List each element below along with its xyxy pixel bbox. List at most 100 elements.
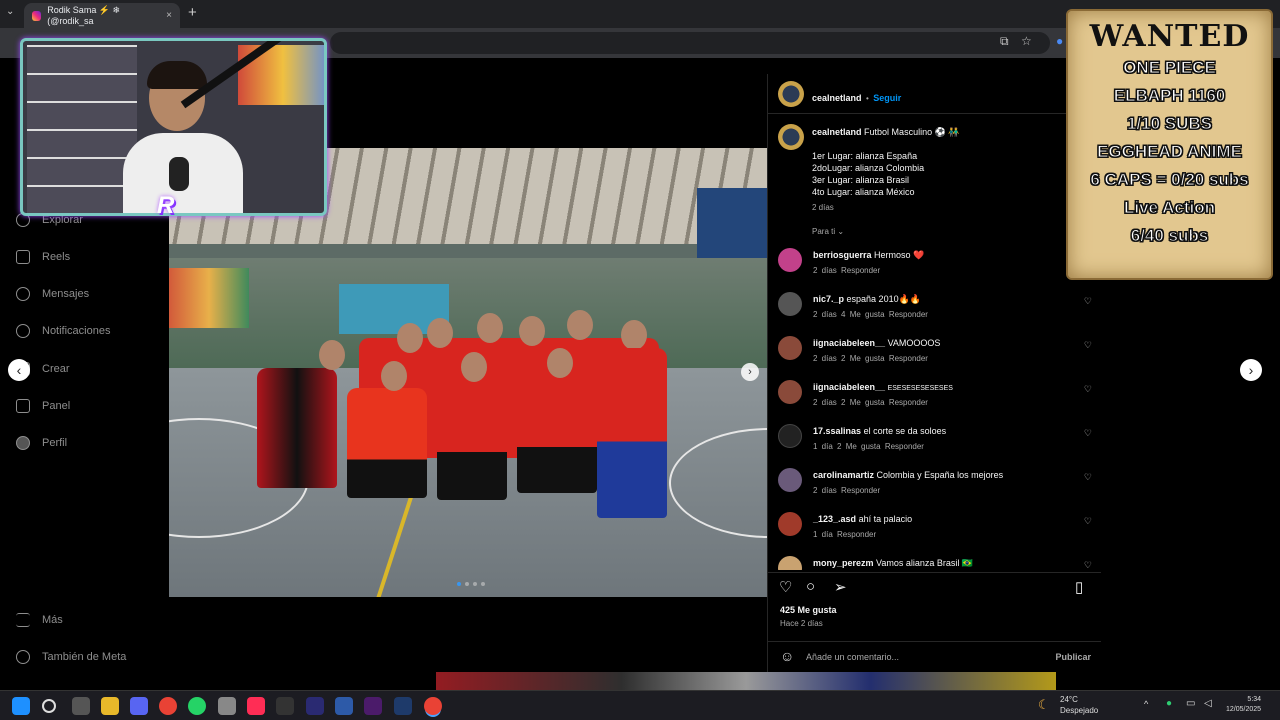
extension-icon[interactable]: ● (1056, 34, 1063, 48)
nav-label: Notificaciones (42, 325, 111, 337)
tiktok-icon[interactable] (247, 697, 265, 715)
carousel-dot (473, 582, 477, 586)
author-avatar[interactable] (778, 81, 804, 107)
taskbar-clock[interactable]: 5:34 12/05/2025 (1226, 695, 1261, 715)
task-view-icon[interactable] (72, 697, 90, 715)
moon-weather-icon: ☾ (1038, 697, 1050, 712)
like-comment-heart-icon[interactable]: ♡ (1084, 472, 1092, 483)
comment-text: españa 2010🔥🔥 (846, 294, 921, 304)
comment-meta[interactable]: 2 días 2 Me gusta Responder (813, 398, 928, 407)
tab-close-button[interactable]: × (166, 10, 172, 21)
comment-input[interactable]: Añade un comentario... (806, 652, 899, 662)
lightroom-icon[interactable] (335, 697, 353, 715)
comment-username[interactable]: berriosguerra (813, 250, 872, 260)
tray-chevron-icon[interactable]: ^ (1144, 699, 1148, 709)
commenter-avatar[interactable] (778, 468, 802, 492)
tab-search-button[interactable]: ⌄ (6, 6, 14, 17)
commenter-avatar[interactable] (778, 512, 802, 536)
carousel-next-button[interactable]: › (741, 363, 759, 381)
like-count[interactable]: 425 Me gusta (780, 605, 837, 615)
like-comment-heart-icon[interactable]: ♡ (1084, 384, 1092, 395)
like-heart-icon[interactable]: ♡ (779, 578, 792, 596)
like-comment-heart-icon[interactable]: ♡ (1084, 340, 1092, 351)
instagram-icon (32, 10, 42, 21)
background-strip (436, 672, 1056, 690)
network-icon[interactable]: ▭ (1186, 698, 1195, 709)
caption-avatar[interactable] (778, 124, 804, 150)
search-icon[interactable] (42, 699, 56, 713)
caption-title: Futbol Masculino ⚽ 👬 (864, 127, 960, 137)
like-comment-heart-icon[interactable]: ♡ (1084, 560, 1092, 570)
publish-button[interactable]: Publicar (1055, 652, 1091, 662)
commenter-avatar[interactable] (778, 336, 802, 360)
para-ti-dropdown[interactable]: Para ti ⌄ (812, 227, 844, 236)
capcut-icon[interactable] (276, 697, 294, 715)
install-app-icon[interactable]: ⧉ (1000, 34, 1009, 49)
caption-line: 3er Lugar: alianza Brasil (812, 175, 910, 185)
steam-icon[interactable] (218, 697, 236, 715)
bookmark-star-icon[interactable]: ☆ (1021, 34, 1032, 48)
mic-icon[interactable]: ● (1166, 698, 1172, 709)
comment-meta[interactable]: 1 día Responder (813, 530, 876, 539)
commenter-avatar[interactable] (778, 424, 802, 448)
carousel-dot (457, 582, 461, 586)
comment-meta[interactable]: 1 día 2 Me gusta Responder (813, 442, 924, 451)
carousel-dots (457, 582, 485, 586)
commenter-avatar[interactable] (778, 292, 802, 316)
comment-bubble-icon[interactable]: ○ (806, 578, 815, 595)
screen: { "browser": { "tab_title": "Rodik Sama … (0, 0, 1280, 720)
caption-username[interactable]: cealnetland (812, 127, 862, 137)
commenter-avatar[interactable] (778, 380, 802, 404)
comment-username[interactable]: carolinamartiz (813, 470, 874, 480)
address-bar[interactable] (330, 32, 1050, 54)
emoji-icon[interactable]: ☺ (780, 648, 794, 664)
like-comment-heart-icon[interactable]: ♡ (1084, 296, 1092, 307)
browser-tab[interactable]: Rodik Sama ⚡ ❄ (@rodik_sa × (24, 3, 180, 28)
comment-username[interactable]: 17.ssalinas (813, 426, 861, 436)
modal-prev-button[interactable]: ‹ (8, 359, 30, 381)
streamer (113, 61, 243, 213)
share-send-icon[interactable]: ➢ (834, 578, 847, 596)
nav-notificaciones[interactable]: Notificaciones (16, 324, 110, 338)
comment-username[interactable]: nic7._p (813, 294, 844, 304)
comment-meta[interactable]: 2 días Responder (813, 486, 880, 495)
comment-meta[interactable]: 2 días 4 Me gusta Responder (813, 310, 928, 319)
whatsapp-icon[interactable] (188, 697, 206, 715)
poster-line: 6/40 subs (1130, 226, 1209, 246)
discord-icon[interactable] (130, 697, 148, 715)
audition-icon[interactable] (306, 697, 324, 715)
nav-label: Crear (42, 363, 70, 375)
nav-meta[interactable]: También de Meta (16, 650, 126, 664)
modal-next-button[interactable]: › (1240, 359, 1262, 381)
comment-text: el corte se da soloes (863, 426, 947, 436)
weather-widget[interactable]: 24°C Despejado (1060, 694, 1098, 716)
chrome-icon[interactable] (159, 697, 177, 715)
new-tab-button[interactable]: + (188, 4, 197, 21)
comment-meta[interactable]: 2 días Responder (813, 266, 880, 275)
like-comment-heart-icon[interactable]: ♡ (1084, 428, 1092, 439)
nav-perfil[interactable]: Perfil (16, 436, 67, 450)
chrome-active-icon[interactable] (424, 697, 442, 715)
volume-icon[interactable]: ◁ (1204, 698, 1212, 709)
comment-username[interactable]: iignaciabeleen__ (813, 382, 885, 392)
author-username[interactable]: cealnetland (812, 93, 862, 103)
comment-meta[interactable]: 2 días 2 Me gusta Responder (813, 354, 928, 363)
nav-reels[interactable]: Reels (16, 250, 70, 264)
windows-start-icon[interactable] (12, 697, 30, 715)
commenter-avatar[interactable] (778, 248, 802, 272)
photoshop-icon[interactable] (394, 697, 412, 715)
save-bookmark-icon[interactable]: ▯ (1075, 578, 1083, 596)
nav-mas[interactable]: Más (16, 613, 63, 627)
commenter-avatar[interactable] (778, 556, 802, 570)
reels-icon (16, 250, 30, 264)
nav-mensajes[interactable]: Mensajes (16, 287, 89, 301)
file-explorer-icon[interactable] (101, 697, 119, 715)
comment-username[interactable]: mony_perezm (813, 558, 874, 568)
follow-button[interactable]: Seguir (873, 93, 901, 103)
premiere-icon[interactable] (364, 697, 382, 715)
nav-panel[interactable]: Panel (16, 399, 70, 413)
like-comment-heart-icon[interactable]: ♡ (1084, 516, 1092, 527)
comment-username[interactable]: iignaciabeleen__ (813, 338, 885, 348)
post-caption: cealnetland Futbol Masculino ⚽ 👬 1er Lug… (812, 126, 1092, 214)
comment-username[interactable]: _123_.asd (813, 514, 856, 524)
